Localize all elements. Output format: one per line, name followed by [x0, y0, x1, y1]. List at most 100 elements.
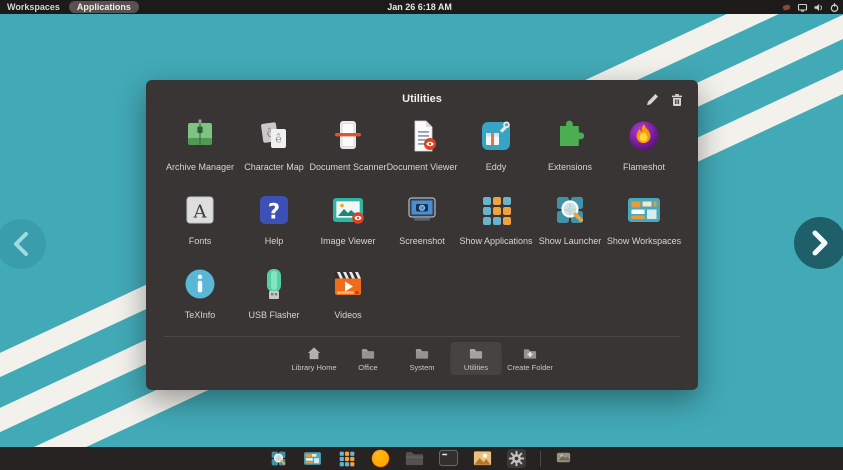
texinfo-icon	[180, 264, 220, 304]
show-workspaces-icon	[304, 452, 321, 465]
app-flameshot[interactable]: Flameshot	[607, 116, 681, 190]
dock-separator	[540, 450, 541, 467]
show-applications-icon	[339, 451, 355, 467]
dock-show-workspaces[interactable]	[302, 448, 323, 469]
app-label: Document Scanner	[309, 162, 387, 172]
folder-title: Utilities	[402, 93, 442, 105]
app-show-launcher[interactable]: Show Launcher	[533, 190, 607, 264]
tab-utilities[interactable]: Utilities	[450, 342, 502, 375]
usb-flasher-icon	[254, 264, 294, 304]
volume-icon[interactable]	[813, 2, 824, 13]
menu-workspaces[interactable]: Workspaces	[0, 0, 67, 14]
dock-tray-app[interactable]	[554, 448, 575, 469]
dock-settings[interactable]	[506, 448, 527, 469]
character-map-icon: ĉ ê	[254, 116, 294, 156]
app-extensions[interactable]: Extensions	[533, 116, 607, 190]
system-tray	[781, 0, 840, 14]
app-archive-manager[interactable]: Archive Manager	[163, 116, 237, 190]
delete-folder-button[interactable]	[670, 93, 684, 112]
app-fonts[interactable]: A Fonts	[163, 190, 237, 264]
document-viewer-icon	[402, 116, 442, 156]
app-label: Extensions	[547, 162, 593, 172]
dock-firefox[interactable]	[370, 448, 391, 469]
dock-show-applications[interactable]	[336, 448, 357, 469]
display-icon[interactable]	[797, 2, 808, 13]
app-label: Show Applications	[459, 236, 533, 246]
eddy-icon	[476, 116, 516, 156]
document-scanner-icon	[328, 116, 368, 156]
show-workspaces-icon	[624, 190, 664, 230]
dock-files[interactable]	[404, 448, 425, 469]
videos-icon	[328, 264, 368, 304]
help-icon: ?	[254, 190, 294, 230]
menu-applications[interactable]: Applications	[68, 1, 139, 13]
app-texinfo[interactable]: TeXInfo	[163, 264, 237, 338]
app-folder-panel: Utilities Archive Manager ĉ ê Character …	[146, 80, 698, 390]
dock-show-launcher[interactable]	[268, 448, 289, 469]
settings-gear-icon	[506, 448, 527, 469]
app-screenshot[interactable]: Screenshot	[385, 190, 459, 264]
app-eddy[interactable]: Eddy	[459, 116, 533, 190]
pencil-icon	[647, 94, 658, 106]
folder-actions	[645, 93, 684, 112]
show-launcher-icon	[271, 451, 286, 466]
tab-library-home[interactable]: Library Home	[289, 342, 340, 375]
app-label: Videos	[334, 310, 362, 320]
app-label: Eddy	[485, 162, 507, 172]
tab-office[interactable]: Office	[343, 342, 394, 375]
show-applications-icon	[476, 190, 516, 230]
app-label: USB Flasher	[248, 310, 300, 320]
tab-label: Office	[358, 363, 378, 372]
app-label: Archive Manager	[165, 162, 235, 172]
app-label: TeXInfo	[184, 310, 216, 320]
app-show-applications[interactable]: Show Applications	[459, 190, 533, 264]
workspace-prev-button[interactable]	[0, 219, 46, 269]
app-show-workspaces[interactable]: Show Workspaces	[607, 190, 681, 264]
trash-icon	[672, 94, 682, 106]
edit-folder-button[interactable]	[645, 93, 659, 112]
app-image-viewer[interactable]: Image Viewer	[311, 190, 385, 264]
apps-grid: Archive Manager ĉ ê Character Map Docume…	[163, 116, 681, 338]
archive-manager-icon	[180, 116, 220, 156]
app-label: Screenshot	[399, 236, 445, 246]
tab-label: Library Home	[291, 363, 337, 372]
image-viewer-icon	[328, 190, 368, 230]
tab-create-folder[interactable]: Create Folder	[505, 342, 556, 375]
folder-plus-icon	[523, 349, 537, 359]
tab-system[interactable]: System	[397, 342, 448, 375]
app-character-map[interactable]: ĉ ê Character Map	[237, 116, 311, 190]
indicator-icon[interactable]	[781, 2, 792, 13]
power-icon[interactable]	[829, 2, 840, 13]
app-label: Flameshot	[622, 162, 666, 172]
folder-icon	[361, 349, 375, 359]
desktop: Workspaces Applications Jan 26 6:18 AM U…	[0, 0, 843, 470]
tab-label: Create Folder	[507, 363, 553, 372]
app-document-scanner[interactable]: Document Scanner	[309, 116, 387, 190]
clock[interactable]: Jan 26 6:18 AM	[387, 0, 452, 14]
firefox-icon	[371, 449, 390, 468]
divider	[164, 336, 680, 337]
dock-terminal[interactable]	[438, 448, 459, 469]
app-label: Fonts	[188, 236, 212, 246]
terminal-icon	[438, 449, 459, 467]
photos-icon	[473, 451, 492, 466]
top-panel: Workspaces Applications Jan 26 6:18 AM	[0, 0, 843, 14]
screenshot-icon	[402, 190, 442, 230]
dock	[0, 447, 843, 470]
svg-text:?: ?	[268, 200, 280, 224]
fonts-icon: A	[180, 190, 220, 230]
flameshot-icon	[624, 116, 664, 156]
show-launcher-icon	[550, 190, 590, 230]
workspace-next-button[interactable]	[794, 217, 843, 269]
tab-label: Utilities	[463, 363, 489, 372]
chevron-left-icon	[14, 232, 28, 256]
app-label: Show Launcher	[538, 236, 602, 246]
app-document-viewer[interactable]: Document Viewer	[385, 116, 459, 190]
home-icon	[307, 347, 321, 360]
files-icon	[405, 452, 424, 466]
chevron-right-icon	[812, 230, 828, 256]
app-usb-flasher[interactable]: USB Flasher	[237, 264, 311, 338]
app-help[interactable]: ? Help	[237, 190, 311, 264]
app-videos[interactable]: Videos	[311, 264, 385, 338]
dock-photos[interactable]	[472, 448, 493, 469]
